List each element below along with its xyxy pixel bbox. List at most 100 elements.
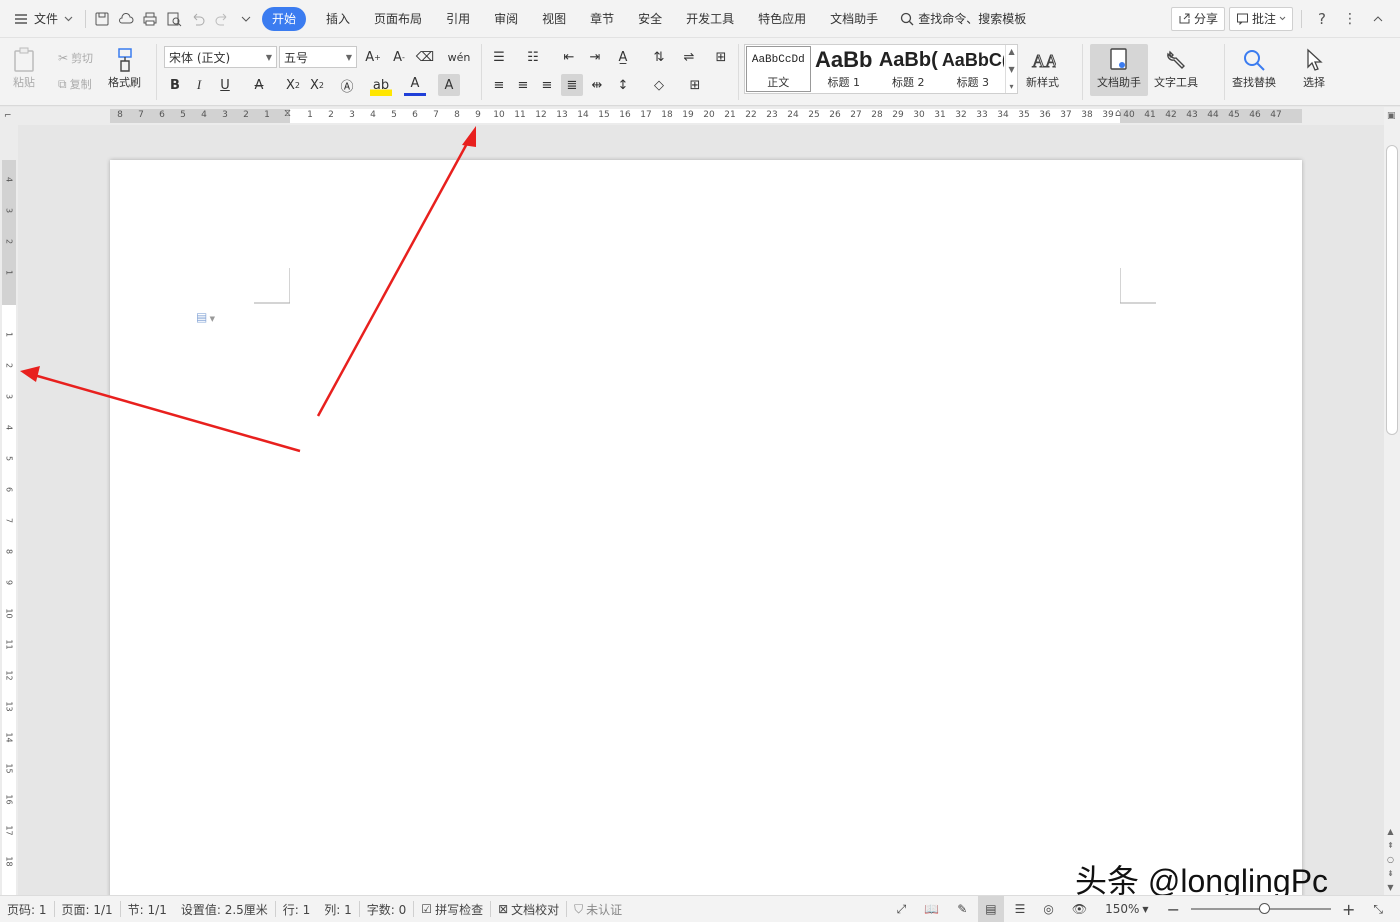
- zoom-slider[interactable]: [1190, 903, 1331, 914]
- help-icon[interactable]: ?: [1310, 7, 1334, 31]
- read-mode-icon[interactable]: 📖: [917, 896, 946, 922]
- cloud-save-icon[interactable]: [114, 7, 138, 31]
- status-col[interactable]: 列: 1: [317, 896, 359, 922]
- style-heading-1[interactable]: AaBb 标题 1: [812, 45, 877, 93]
- page-view-icon[interactable]: ▤: [978, 895, 1004, 922]
- show-marks-icon[interactable]: ⇌: [678, 46, 700, 68]
- select-button[interactable]: 选择: [1300, 46, 1328, 90]
- zoom-out-icon[interactable]: −: [1160, 896, 1187, 922]
- indent-marker-icon[interactable]: ⧖: [284, 108, 291, 119]
- table-layout-icon[interactable]: ⊞: [710, 46, 732, 68]
- zoom-in-icon[interactable]: +: [1335, 896, 1362, 922]
- text-effect-icon[interactable]: Ⓐ: [336, 74, 358, 96]
- status-word-count[interactable]: 字数: 0: [360, 896, 414, 922]
- style-heading-2[interactable]: AaBb( 标题 2: [876, 45, 941, 93]
- grow-font-icon[interactable]: A +: [362, 46, 384, 68]
- format-painter-button[interactable]: 格式刷: [108, 46, 141, 90]
- status-setting[interactable]: 设置值: 2.5厘米: [174, 896, 275, 922]
- fit-page-icon[interactable]: ⤡: [1366, 896, 1390, 922]
- tab-references[interactable]: 引用: [434, 7, 482, 31]
- print-preview-icon[interactable]: [162, 7, 186, 31]
- redo-icon[interactable]: [210, 7, 234, 31]
- collapse-ribbon-icon[interactable]: [1366, 7, 1390, 31]
- chinese-layout-icon[interactable]: A̲: [612, 46, 634, 68]
- shading-icon[interactable]: ◇: [648, 74, 670, 96]
- numbered-list-icon[interactable]: ☷: [522, 46, 544, 68]
- borders-icon[interactable]: ⊞: [684, 74, 706, 96]
- status-page-number[interactable]: 页码: 1: [0, 896, 54, 922]
- decrease-indent-icon[interactable]: ⇤: [558, 46, 580, 68]
- status-section[interactable]: 节: 1/1: [121, 896, 174, 922]
- superscript-icon[interactable]: X2: [282, 74, 304, 96]
- style-normal[interactable]: AaBbCcDd 正文: [746, 46, 811, 92]
- align-center-icon[interactable]: ≡: [512, 74, 534, 96]
- tab-developer[interactable]: 开发工具: [674, 7, 746, 31]
- cut-button[interactable]: ✂ 剪切: [58, 50, 93, 66]
- char-shading-icon[interactable]: A: [438, 74, 460, 96]
- line-spacing-icon[interactable]: ↕: [612, 74, 634, 96]
- unverified-button[interactable]: ⛉ 未认证: [567, 896, 629, 922]
- page-nav-icon[interactable]: ▲ ⇞ ○ ⇟ ▼: [1387, 825, 1394, 895]
- right-indent-icon[interactable]: ⌂: [1115, 108, 1121, 119]
- tab-home[interactable]: 开始: [262, 6, 307, 31]
- tab-insert[interactable]: 插入: [314, 7, 362, 31]
- tab-chapter[interactable]: 章节: [578, 7, 626, 31]
- pen-icon[interactable]: ✎: [950, 896, 974, 922]
- justify-icon[interactable]: ≣: [561, 74, 583, 96]
- zoom-slider-knob[interactable]: [1258, 903, 1270, 914]
- paste-button[interactable]: 粘贴: [10, 46, 38, 90]
- fullscreen-icon[interactable]: ⤢: [890, 896, 914, 922]
- font-color-icon[interactable]: A: [404, 74, 426, 96]
- vertical-ruler[interactable]: 4 3 2 1 1 2 3 4 5 6 7 8 9 10 11 12 13 14 15 16 17 18: [0, 125, 18, 895]
- find-replace-button[interactable]: 查找替换: [1232, 46, 1276, 90]
- eye-protection-icon[interactable]: 👁: [1065, 896, 1094, 922]
- share-button[interactable]: 分享: [1170, 6, 1225, 31]
- new-style-button[interactable]: AA 新样式: [1026, 46, 1059, 90]
- bold-icon[interactable]: B: [164, 74, 186, 96]
- save-icon[interactable]: [90, 7, 114, 31]
- styles-scroll[interactable]: ▲ ▼ ▾: [1005, 45, 1017, 93]
- undo-icon[interactable]: [186, 7, 210, 31]
- print-icon[interactable]: [138, 7, 162, 31]
- font-size-select[interactable]: 五号 ▼: [279, 46, 357, 68]
- file-menu[interactable]: 文件: [0, 0, 81, 38]
- style-heading-3[interactable]: AaBbC( 标题 3: [941, 45, 1006, 93]
- spell-check-button[interactable]: ☑ 拼写检查: [414, 896, 490, 922]
- bullet-list-icon[interactable]: ☰: [488, 46, 510, 68]
- phonetic-guide-icon[interactable]: wén: [444, 46, 474, 68]
- distribute-icon[interactable]: ⇹: [586, 74, 608, 96]
- tab-page-layout[interactable]: 页面布局: [362, 7, 434, 31]
- horizontal-ruler[interactable]: ⌐ 8 7 6 5 4 3 2 1 1 2 3 4 5 6 7 8 9 10 11 12 13 14 15 16 17 18 19 2…: [0, 107, 1400, 125]
- paste-options-icon[interactable]: ▤ ▼: [196, 310, 215, 324]
- shrink-font-icon[interactable]: A-: [388, 46, 410, 68]
- command-search[interactable]: 查找命令、搜索模板: [900, 10, 1026, 27]
- tab-security[interactable]: 安全: [626, 7, 674, 31]
- status-pages[interactable]: 页面: 1/1: [55, 896, 120, 922]
- zoom-level[interactable]: 150% ▼: [1098, 896, 1155, 922]
- text-tools-button[interactable]: 文字工具: [1154, 46, 1198, 90]
- outline-view-icon[interactable]: ☰: [1008, 896, 1033, 922]
- highlight-icon[interactable]: ab: [370, 74, 392, 96]
- underline-icon[interactable]: U: [214, 74, 236, 96]
- subscript-icon[interactable]: X2: [306, 74, 328, 96]
- document-workspace[interactable]: ▤ ▼: [18, 125, 1384, 895]
- web-view-icon[interactable]: ◎: [1036, 896, 1060, 922]
- scroll-up-icon[interactable]: ▣: [1387, 111, 1396, 121]
- font-name-select[interactable]: 宋体 (正文) ▼: [164, 46, 277, 68]
- tab-special-apps[interactable]: 特色应用: [746, 7, 818, 31]
- tab-stop-icon[interactable]: ⌐: [4, 111, 12, 121]
- scrollbar-thumb[interactable]: [1386, 145, 1398, 435]
- doc-proof-button[interactable]: ⊠ 文档校对: [491, 896, 566, 922]
- status-row[interactable]: 行: 1: [276, 896, 318, 922]
- comment-button[interactable]: 批注: [1228, 6, 1293, 31]
- doc-assistant-button[interactable]: 文档助手: [1090, 44, 1148, 96]
- sort-icon[interactable]: ⇅: [648, 46, 670, 68]
- document-page[interactable]: ▤ ▼: [110, 160, 1302, 895]
- clear-format-icon[interactable]: ⌫: [414, 46, 436, 68]
- tab-doc-assistant[interactable]: 文档助手: [818, 7, 890, 31]
- align-left-icon[interactable]: ≡: [488, 74, 510, 96]
- increase-indent-icon[interactable]: ⇥: [584, 46, 606, 68]
- tab-view[interactable]: 视图: [530, 7, 578, 31]
- more-icon[interactable]: ⋮: [1338, 7, 1362, 31]
- strikethrough-icon[interactable]: A: [248, 74, 270, 96]
